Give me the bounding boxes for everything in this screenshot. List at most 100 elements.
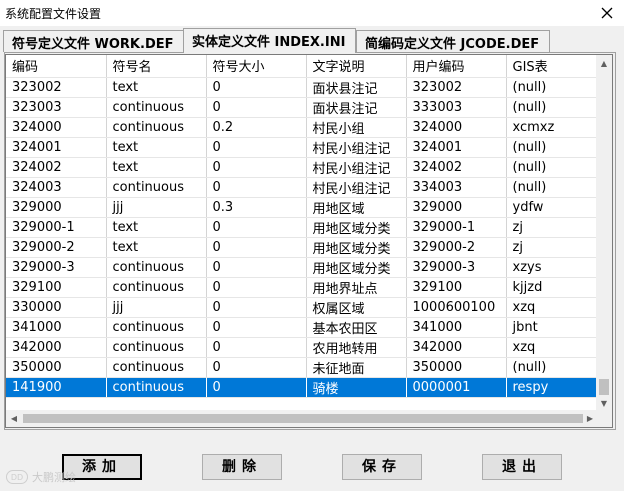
cell-symbol-name[interactable]: continuous [106, 257, 207, 278]
cell-gis-table[interactable]: ydfw [506, 197, 599, 218]
cell-symbol-name[interactable]: text [106, 77, 207, 98]
cell-gis-table[interactable]: (null) [506, 177, 599, 198]
cell-symbol-name[interactable]: continuous [106, 97, 207, 118]
cell-symbol-size[interactable]: 0 [206, 337, 307, 358]
cell-code[interactable]: 324002 [6, 157, 107, 178]
cell-symbol-name[interactable]: text [106, 137, 207, 158]
cell-user-code[interactable]: 324002 [406, 157, 507, 178]
table-row[interactable]: 330000 jjj 0 权属区域 1000600100 xzq [6, 297, 599, 318]
cell-symbol-size[interactable]: 0 [206, 97, 307, 118]
cell-user-code[interactable]: 1000600100 [406, 297, 507, 318]
cell-gis-table[interactable]: xzq [506, 297, 599, 318]
cell-symbol-size[interactable]: 0 [206, 297, 307, 318]
cell-gis-table[interactable]: (null) [506, 357, 599, 378]
cell-code[interactable]: 329000-3 [6, 257, 107, 278]
horizontal-scrollbar[interactable]: ◀ ▶ [6, 410, 612, 427]
entity-grid[interactable]: 编码 符号名 符号大小 文字说明 用户编码 GIS表 323002 text 0 面状… [5, 54, 613, 428]
cell-gis-table[interactable]: (null) [506, 157, 599, 178]
table-row[interactable]: 324001 text 0 村民小组注记 324001 (null) [6, 137, 599, 158]
cell-user-code[interactable]: 333003 [406, 97, 507, 118]
column-header-gis-table[interactable]: GIS表 [506, 55, 599, 78]
table-row[interactable]: 323003 continuous 0 面状县注记 333003 (null) [6, 97, 599, 118]
column-header-symbol-name[interactable]: 符号名 [106, 55, 207, 78]
cell-code[interactable]: 324003 [6, 177, 107, 198]
cell-user-code[interactable]: 323002 [406, 77, 507, 98]
cell-symbol-name[interactable]: continuous [106, 357, 207, 378]
cell-description[interactable]: 农用地转用 [306, 337, 407, 358]
cell-gis-table[interactable]: xzys [506, 257, 599, 278]
cell-gis-table[interactable]: (null) [506, 97, 599, 118]
cell-code[interactable]: 329100 [6, 277, 107, 298]
cell-description[interactable]: 未征地面 [306, 357, 407, 378]
cell-symbol-size[interactable]: 0.3 [206, 197, 307, 218]
cell-description[interactable]: 基本农田区 [306, 317, 407, 338]
save-button[interactable]: 保存 [342, 454, 422, 480]
column-header-code[interactable]: 编码 [6, 55, 107, 78]
cell-symbol-size[interactable]: 0 [206, 377, 307, 398]
cell-user-code[interactable]: 341000 [406, 317, 507, 338]
cell-user-code[interactable]: 329000-2 [406, 237, 507, 258]
table-row[interactable]: 329000-3 continuous 0 用地区域分类 329000-3 xzys [6, 257, 599, 278]
column-header-symbol-size[interactable]: 符号大小 [206, 55, 307, 78]
cell-symbol-name[interactable]: continuous [106, 377, 207, 398]
cell-gis-table[interactable]: (null) [506, 77, 599, 98]
tab-index-ini[interactable]: 实体定义文件 INDEX.INI [183, 28, 356, 53]
cell-symbol-size[interactable]: 0 [206, 217, 307, 238]
cell-symbol-name[interactable]: continuous [106, 117, 207, 138]
cell-user-code[interactable]: 342000 [406, 337, 507, 358]
table-row[interactable]: 341000 continuous 0 基本农田区 341000 jbnt [6, 317, 599, 338]
table-row[interactable]: 329000 jjj 0.3 用地区域 329000 ydfw [6, 197, 599, 218]
cell-description[interactable]: 面状县注记 [306, 77, 407, 98]
cell-description[interactable]: 用地区域分类 [306, 237, 407, 258]
cell-symbol-size[interactable]: 0 [206, 177, 307, 198]
cell-gis-table[interactable]: xzq [506, 337, 599, 358]
cell-code[interactable]: 329000-2 [6, 237, 107, 258]
cell-symbol-name[interactable]: text [106, 217, 207, 238]
vertical-scrollbar[interactable]: ▲ ▼ [596, 55, 612, 411]
scroll-up-icon[interactable]: ▲ [596, 55, 612, 71]
exit-button[interactable]: 退出 [482, 454, 562, 480]
table-row[interactable]: 329000-2 text 0 用地区域分类 329000-2 zj [6, 237, 599, 258]
cell-code[interactable]: 324001 [6, 137, 107, 158]
cell-symbol-size[interactable]: 0 [206, 257, 307, 278]
column-header-user-code[interactable]: 用户编码 [406, 55, 507, 78]
cell-user-code[interactable]: 334003 [406, 177, 507, 198]
cell-symbol-size[interactable]: 0 [206, 157, 307, 178]
close-button[interactable] [590, 0, 624, 26]
cell-user-code[interactable]: 324000 [406, 117, 507, 138]
cell-symbol-name[interactable]: text [106, 237, 207, 258]
table-row[interactable]: 324003 continuous 0 村民小组注记 334003 (null) [6, 177, 599, 198]
column-header-description[interactable]: 文字说明 [306, 55, 407, 78]
cell-symbol-size[interactable]: 0 [206, 357, 307, 378]
cell-symbol-name[interactable]: text [106, 157, 207, 178]
table-row[interactable]: 329100 continuous 0 用地界址点 329100 kjjzd [6, 277, 599, 298]
cell-symbol-size[interactable]: 0 [206, 317, 307, 338]
horizontal-scroll-thumb[interactable] [23, 414, 583, 423]
cell-user-code[interactable]: 329100 [406, 277, 507, 298]
table-row[interactable]: 323002 text 0 面状县注记 323002 (null) [6, 77, 599, 98]
table-row[interactable]: 342000 continuous 0 农用地转用 342000 xzq [6, 337, 599, 358]
cell-symbol-size[interactable]: 0.2 [206, 117, 307, 138]
cell-code[interactable]: 329000 [6, 197, 107, 218]
table-row[interactable]: 141900 continuous 0 骑楼 0000001 respy [6, 377, 599, 398]
tab-work-def[interactable]: 符号定义文件 WORK.DEF [3, 30, 184, 52]
cell-code[interactable]: 350000 [6, 357, 107, 378]
scroll-down-icon[interactable]: ▼ [596, 395, 612, 411]
cell-code[interactable]: 342000 [6, 337, 107, 358]
cell-description[interactable]: 用地区域 [306, 197, 407, 218]
cell-gis-table[interactable]: kjjzd [506, 277, 599, 298]
cell-gis-table[interactable]: jbnt [506, 317, 599, 338]
cell-description[interactable]: 村民小组注记 [306, 137, 407, 158]
vertical-scroll-thumb[interactable] [599, 379, 609, 395]
cell-gis-table[interactable]: xcmxz [506, 117, 599, 138]
table-row[interactable]: 350000 continuous 0 未征地面 350000 (null) [6, 357, 599, 378]
cell-user-code[interactable]: 329000 [406, 197, 507, 218]
cell-gis-table[interactable]: zj [506, 217, 599, 238]
cell-description[interactable]: 村民小组 [306, 117, 407, 138]
cell-description[interactable]: 用地界址点 [306, 277, 407, 298]
scroll-left-icon[interactable]: ◀ [6, 410, 22, 427]
cell-symbol-size[interactable]: 0 [206, 137, 307, 158]
cell-symbol-name[interactable]: continuous [106, 177, 207, 198]
cell-code[interactable]: 330000 [6, 297, 107, 318]
table-row[interactable]: 324002 text 0 村民小组注记 324002 (null) [6, 157, 599, 178]
